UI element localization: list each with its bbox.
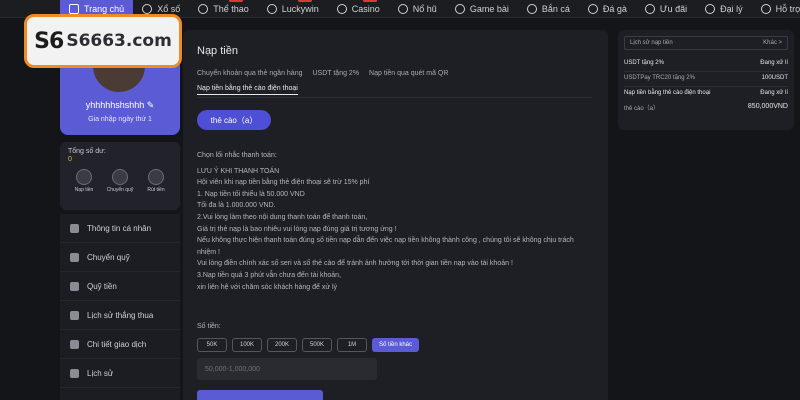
sports-icon: [198, 3, 209, 14]
edit-icon[interactable]: ✎: [147, 100, 155, 110]
nav-item-4[interactable]: Casino: [328, 0, 389, 18]
amount-input[interactable]: [197, 358, 377, 380]
amount-chips: 50K 100K 200K 500K 1M Số tiền khác: [197, 338, 420, 352]
history-row[interactable]: USDT tặng 2% Đang xử lí: [624, 60, 788, 66]
history-icon: [70, 310, 79, 320]
transfer-action[interactable]: Chuyển quỹ: [104, 169, 136, 193]
logo-text: S6663.com: [66, 31, 172, 51]
profile-card: yhhhhhshshhh ✎ Gia nhập ngày thứ 1: [60, 58, 180, 135]
balance-label: Tổng số dư:: [68, 148, 106, 155]
home-icon: [69, 3, 79, 14]
sidebar-menu: Thông tin cá nhân Chuyển quỹ Quỹ tiền Lị…: [60, 214, 180, 400]
user-icon: [70, 223, 79, 233]
sidebar-item-history[interactable]: Lịch sử: [60, 359, 180, 388]
funds-icon: [70, 281, 79, 291]
page-title: Nạp tiền: [197, 45, 238, 57]
hot-badge: [298, 0, 313, 2]
nav-item-8[interactable]: Đá gà: [579, 0, 636, 18]
nav-item-9[interactable]: Ưu đãi: [636, 0, 696, 18]
sidebar-item-funds[interactable]: Quỹ tiền: [60, 272, 180, 301]
nav-item-2[interactable]: Thể thao: [189, 0, 258, 18]
sidebar-item-win-loss[interactable]: Lịch sử thắng thua: [60, 301, 180, 330]
history-row[interactable]: Nạp tiền bằng thẻ cào điện thoại Đang xử…: [624, 90, 788, 96]
luckywin-icon: [266, 3, 277, 14]
divider: [624, 71, 788, 72]
hot-badge: [228, 0, 243, 2]
hot-badge: [363, 0, 378, 2]
payment-tabs: Chuyển khoản qua thẻ ngân hàng USDT tặng…: [197, 70, 448, 77]
amount-chip-1m[interactable]: 1M: [337, 338, 367, 352]
nav-item-10[interactable]: Đại lý: [696, 0, 752, 18]
withdraw-icon: [148, 169, 164, 185]
amount-chip-500k[interactable]: 500K: [302, 338, 332, 352]
history-row[interactable]: thẻ cào（a） 850,000VND: [624, 103, 788, 112]
lottery-icon: [142, 3, 153, 14]
deposit-action[interactable]: Nạp tiền: [68, 169, 100, 193]
tab-qr[interactable]: Nạp tiền qua quét mã QR: [369, 70, 448, 77]
withdraw-action[interactable]: Rút tiền: [140, 169, 172, 193]
history-row[interactable]: USDTPay TRC20 tặng 2% 100USDT: [624, 75, 788, 81]
deposit-icon: [76, 169, 92, 185]
join-info: Gia nhập ngày thứ 1: [88, 116, 152, 123]
nav-item-3[interactable]: Luckywin: [258, 0, 328, 18]
history-more-link[interactable]: Khác >: [763, 40, 782, 46]
nav-item-6[interactable]: Game bài: [446, 0, 518, 18]
history-title: Lịch sử nạp tiền: [630, 40, 673, 46]
card-type-button[interactable]: thẻ cào（a）: [197, 110, 271, 130]
tab-phone-card[interactable]: Nạp tiền bằng thẻ cào điện thoại: [197, 85, 298, 95]
agent-icon: [705, 3, 716, 14]
amount-chip-200k[interactable]: 200K: [267, 338, 297, 352]
sidebar-item-transfer[interactable]: Chuyển quỹ: [60, 243, 180, 272]
wallet-card: Tổng số dư: 0 Nạp tiền Chuyển quỹ Rút ti…: [60, 142, 180, 210]
list-icon: [70, 339, 79, 349]
fish-icon: [526, 3, 537, 14]
sidebar-item-profile[interactable]: Thông tin cá nhân: [60, 214, 180, 243]
nav-item-7[interactable]: Bắn cá: [518, 0, 579, 18]
nav-item-11[interactable]: Hỗ trợ: [752, 0, 800, 18]
site-logo[interactable]: S6 S6663.com: [24, 14, 182, 68]
history-header: Lịch sử nạp tiền Khác >: [624, 36, 788, 50]
divider: [197, 97, 592, 98]
payment-notes: Chọn lối nhắc thanh toán: LƯU Ý KHI THAN…: [197, 152, 574, 291]
deposit-history-panel: Lịch sử nạp tiền Khác > USDT tặng 2% Đan…: [618, 30, 794, 130]
balance-value: 0: [68, 156, 72, 163]
amount-label: Số tiền:: [197, 323, 221, 330]
slots-icon: [397, 3, 408, 14]
username: yhhhhhshshhh ✎: [85, 100, 155, 110]
support-icon: [760, 3, 771, 14]
amount-chip-other[interactable]: Số tiền khác: [372, 338, 420, 352]
amount-chip-100k[interactable]: 100K: [232, 338, 262, 352]
clock-icon: [70, 368, 79, 378]
wallet-icon: [112, 169, 128, 185]
amount-chip-50k[interactable]: 50K: [197, 338, 227, 352]
cards-icon: [454, 3, 465, 14]
rooster-icon: [587, 3, 598, 14]
divider: [624, 86, 788, 87]
tab-bank-transfer[interactable]: Chuyển khoản qua thẻ ngân hàng: [197, 70, 302, 77]
nav-item-5[interactable]: Nổ hũ: [389, 0, 446, 18]
deposit-panel: Nạp tiền Chuyển khoản qua thẻ ngân hàng …: [183, 30, 608, 400]
casino-icon: [336, 3, 347, 14]
transfer-icon: [70, 252, 79, 262]
tab-usdt[interactable]: USDT tặng 2%: [312, 70, 359, 77]
logo-mark: S6: [34, 28, 64, 54]
sidebar-item-transactions[interactable]: Chi tiết giao dịch: [60, 330, 180, 359]
gift-icon: [644, 3, 655, 14]
submit-button[interactable]: [197, 390, 323, 400]
